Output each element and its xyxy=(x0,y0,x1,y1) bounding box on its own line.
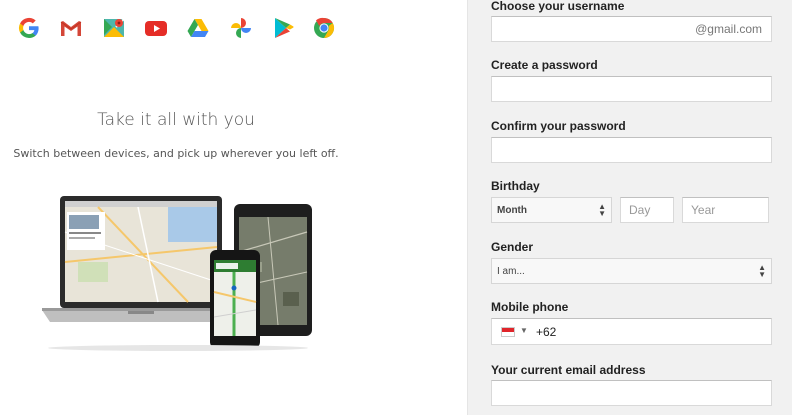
maps-icon xyxy=(104,18,125,37)
promo-title: Take it all with you xyxy=(97,110,255,130)
password-input[interactable] xyxy=(491,76,772,102)
devices-illustration xyxy=(42,196,312,351)
select-arrows-icon: ▲ ▼ xyxy=(598,202,606,218)
password-label: Create a password xyxy=(491,58,598,72)
birthday-year-placeholder: Year xyxy=(691,203,716,217)
current-email-input[interactable] xyxy=(491,380,772,406)
username-suffix: @gmail.com xyxy=(695,22,762,36)
confirm-password-label: Confirm your password xyxy=(491,119,626,133)
promo-subtitle: Switch between devices, and pick up wher… xyxy=(13,147,339,160)
photos-icon xyxy=(231,18,251,38)
birthday-month-select[interactable]: Month ▲ ▼ xyxy=(491,197,612,223)
phone-label: Mobile phone xyxy=(491,300,569,314)
gmail-icon xyxy=(60,21,82,36)
phone-input[interactable]: ▼ +62 xyxy=(491,318,772,345)
gender-label: Gender xyxy=(491,240,534,254)
chrome-icon xyxy=(314,17,335,39)
signup-form-panel: Choose your username @gmail.com Create a… xyxy=(467,0,792,415)
play-store-icon xyxy=(275,18,294,38)
birthday-year-input[interactable]: Year xyxy=(682,197,769,223)
indonesia-flag-icon[interactable] xyxy=(501,327,515,337)
country-dropdown-caret-icon[interactable]: ▼ xyxy=(520,326,528,335)
birthday-day-input[interactable]: Day xyxy=(620,197,674,223)
gender-value: I am... xyxy=(497,266,525,277)
select-arrows-icon: ▲ ▼ xyxy=(758,263,766,279)
youtube-icon xyxy=(145,21,167,36)
phone-value: +62 xyxy=(536,325,557,339)
phone-image xyxy=(210,250,260,348)
confirm-password-input[interactable] xyxy=(491,137,772,163)
birthday-month-value: Month xyxy=(497,205,527,216)
current-email-label: Your current email address xyxy=(491,363,646,377)
username-input[interactable]: @gmail.com xyxy=(491,16,772,42)
google-g-icon xyxy=(18,17,39,39)
promo-panel: Take it all with you Switch between devi… xyxy=(0,0,467,415)
gender-select[interactable]: I am... ▲ ▼ xyxy=(491,258,772,284)
drive-icon xyxy=(187,19,209,37)
birthday-label: Birthday xyxy=(491,179,540,193)
birthday-day-placeholder: Day xyxy=(629,203,651,217)
username-label: Choose your username xyxy=(491,0,625,13)
